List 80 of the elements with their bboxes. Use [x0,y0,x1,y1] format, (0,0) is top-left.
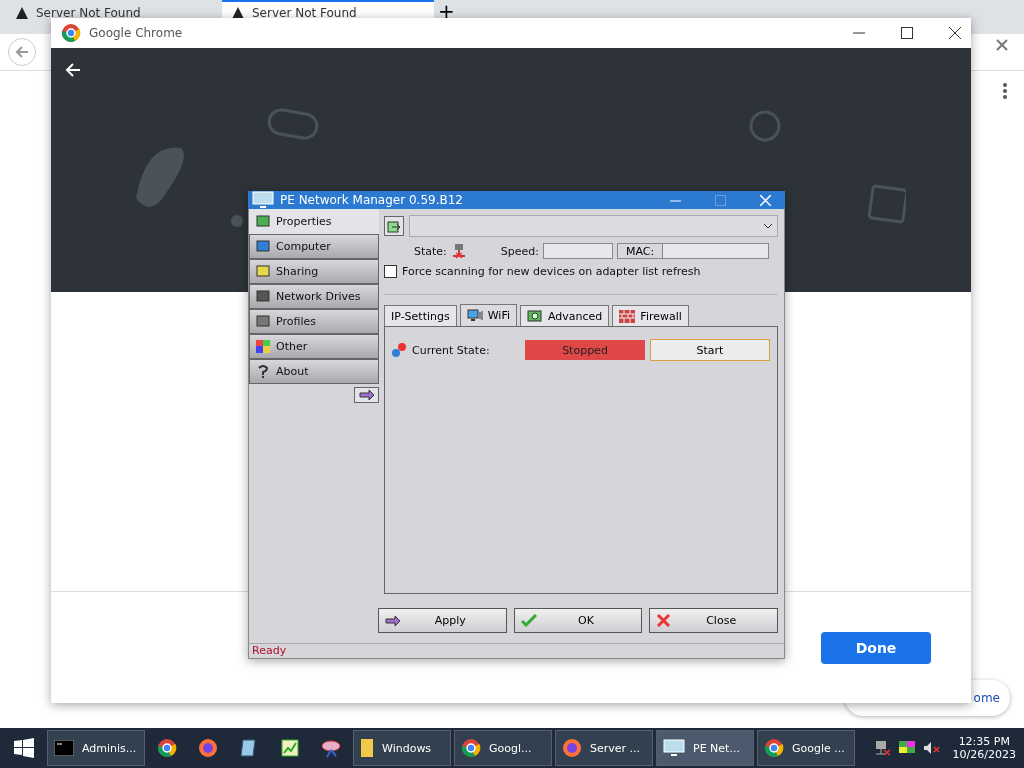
state-label: State: [414,244,447,258]
link-text[interactable]: ome [973,691,1000,705]
network-card-icon [256,215,270,228]
back-arrow-icon[interactable] [65,63,81,77]
muted-speaker-icon[interactable] [922,741,941,755]
export-icon [387,219,401,233]
checkbox[interactable] [384,265,397,278]
terminal-icon [54,740,74,756]
folder-icon [256,265,270,278]
disconnected-network-icon [450,243,467,259]
monitor-icon [252,191,274,209]
computer-icon [256,240,270,253]
back-arrow-icon [15,46,29,58]
taskbar-button[interactable]: Server ... [555,730,653,766]
firefox-icon [562,738,582,758]
status-indicator: Stopped [525,340,645,360]
monitor-icon [663,739,685,757]
refresh-button[interactable] [384,216,404,236]
clock-time: 12:35 PM [958,735,1010,748]
arrow-right-icon [358,389,375,401]
chrome-icon [764,738,784,758]
sidebar-item[interactable]: Other [249,334,379,359]
sidebar-item[interactable]: Sharing [249,259,379,284]
taskbar-button[interactable]: Windows [353,730,451,766]
expand-button[interactable] [354,387,379,403]
clock-date: 10/26/2023 [952,748,1016,761]
new-tab-button[interactable]: + [438,0,455,22]
chrome-icon [461,738,481,758]
ok-button[interactable]: OK [513,608,643,633]
tab-title: Server Not Found [252,6,357,20]
tab[interactable]: WiFi [459,304,517,326]
warning-icon [16,7,28,19]
current-state-label: Current State: [412,343,490,357]
taskbar-button[interactable]: Adminis... [47,730,145,766]
tab-title: Server Not Found [36,6,141,20]
sidebar-item[interactable]: Properties [249,209,379,234]
chrome-icon [61,23,81,43]
sidebar-item[interactable]: Computer [249,234,379,259]
notepad-icon [239,738,259,758]
arrow-right-icon [385,614,401,627]
tab[interactable]: IP-Settings [384,305,457,326]
folder-icon [360,738,374,758]
start-button[interactable]: Start [650,339,770,361]
status-text: Ready [249,643,784,658]
checkbox-label: Force scanning for new devices on adapter list refresh [402,265,701,278]
sidebar-item[interactable]: About [249,359,379,384]
tab[interactable]: Advanced [520,305,610,326]
tab[interactable]: Firewall [612,305,689,326]
checkmark-icon [520,614,537,627]
firefox-icon [198,738,218,758]
window-title: Google Chrome [89,26,183,40]
speed-label: Speed: [500,244,540,258]
sidebar-item[interactable]: Profiles [249,309,379,334]
sidebar-item[interactable]: Network Drives [249,284,379,309]
close-icon [656,613,672,628]
mac-label: MAC: [618,244,664,258]
monitor-icon [466,309,483,322]
close-button[interactable]: Close [649,608,778,633]
maximize-icon[interactable] [901,27,913,39]
grid-icon [256,340,270,353]
gears-icon [391,342,407,358]
speed-field [543,243,614,259]
chrome-icon [157,738,177,758]
chart-icon [280,738,300,758]
browser-tab[interactable]: Server Not Found [6,0,218,24]
brick-wall-icon [619,309,636,323]
display-icon[interactable] [898,741,915,755]
taskbar-button[interactable]: Google ... [757,730,855,766]
gear-icon [527,309,543,323]
done-button[interactable]: Done [821,632,931,664]
question-icon [256,365,270,378]
apply-button[interactable]: Apply [378,608,507,633]
chevron-down-icon [763,223,773,229]
taskbar-button[interactable]: PE Net... [656,730,754,766]
maximize-icon [715,194,726,206]
window-title: PE Network Manager 0.59.B12 [280,193,463,207]
menu-icon[interactable] [1003,83,1007,99]
close-icon[interactable] [949,27,961,39]
pushpin-icon [320,738,342,758]
taskbar-button[interactable]: Googl... [454,730,552,766]
